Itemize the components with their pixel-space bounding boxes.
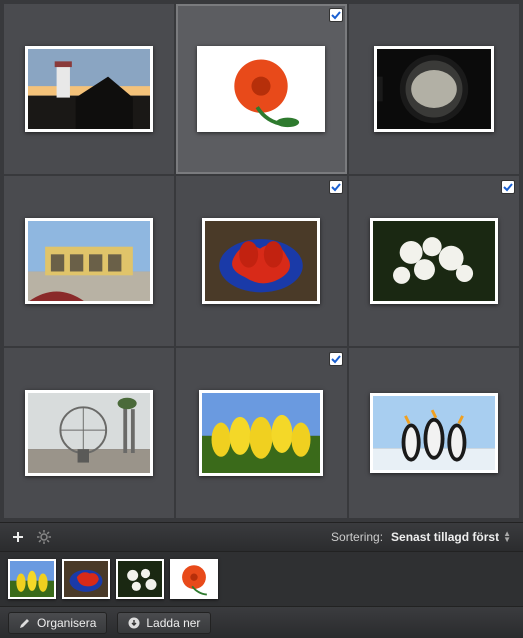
photo-cell[interactable]	[4, 348, 174, 518]
checkbox-checked-icon[interactable]	[329, 180, 343, 194]
sort-label: Sortering:	[331, 530, 383, 544]
pencil-icon	[19, 617, 31, 629]
photo-cell[interactable]	[4, 4, 174, 174]
sort-dropdown[interactable]: Senast tillagd först ▲▼	[387, 528, 515, 546]
tray-item[interactable]	[8, 559, 56, 599]
photo-cell[interactable]	[349, 4, 519, 174]
photo-thumb	[370, 218, 498, 304]
sort-arrows-icon: ▲▼	[503, 531, 511, 543]
photo-cell[interactable]	[4, 176, 174, 346]
download-button[interactable]: Ladda ner	[117, 612, 211, 634]
organize-label: Organisera	[37, 616, 96, 630]
photo-cell[interactable]	[176, 4, 346, 174]
photo-thumb	[25, 390, 153, 476]
photo-thumb	[197, 46, 325, 132]
photo-cell[interactable]	[176, 176, 346, 346]
photo-cell[interactable]	[176, 348, 346, 518]
photo-cell[interactable]	[349, 176, 519, 346]
organize-button[interactable]: Organisera	[8, 612, 107, 634]
tray-item[interactable]	[116, 559, 164, 599]
photo-thumb	[25, 218, 153, 304]
photo-thumb	[25, 46, 153, 132]
photo-thumb	[199, 390, 323, 476]
photo-thumb	[202, 218, 320, 304]
photo-grid	[0, 0, 523, 522]
checkbox-checked-icon[interactable]	[501, 180, 515, 194]
sort-toolbar: Sortering: Senast tillagd först ▲▼	[0, 522, 523, 552]
settings-button[interactable]	[34, 527, 54, 547]
download-label: Ladda ner	[146, 616, 200, 630]
sort-value: Senast tillagd först	[391, 530, 499, 544]
bottom-action-bar: Organisera Ladda ner	[0, 606, 523, 638]
photo-thumb	[374, 46, 494, 132]
checkbox-checked-icon[interactable]	[329, 8, 343, 22]
photo-cell[interactable]	[349, 348, 519, 518]
tray-item[interactable]	[170, 559, 218, 599]
selection-tray	[0, 552, 523, 606]
photo-thumb	[370, 393, 498, 473]
checkbox-checked-icon[interactable]	[329, 352, 343, 366]
add-button[interactable]	[8, 527, 28, 547]
download-icon	[128, 617, 140, 629]
tray-item[interactable]	[62, 559, 110, 599]
